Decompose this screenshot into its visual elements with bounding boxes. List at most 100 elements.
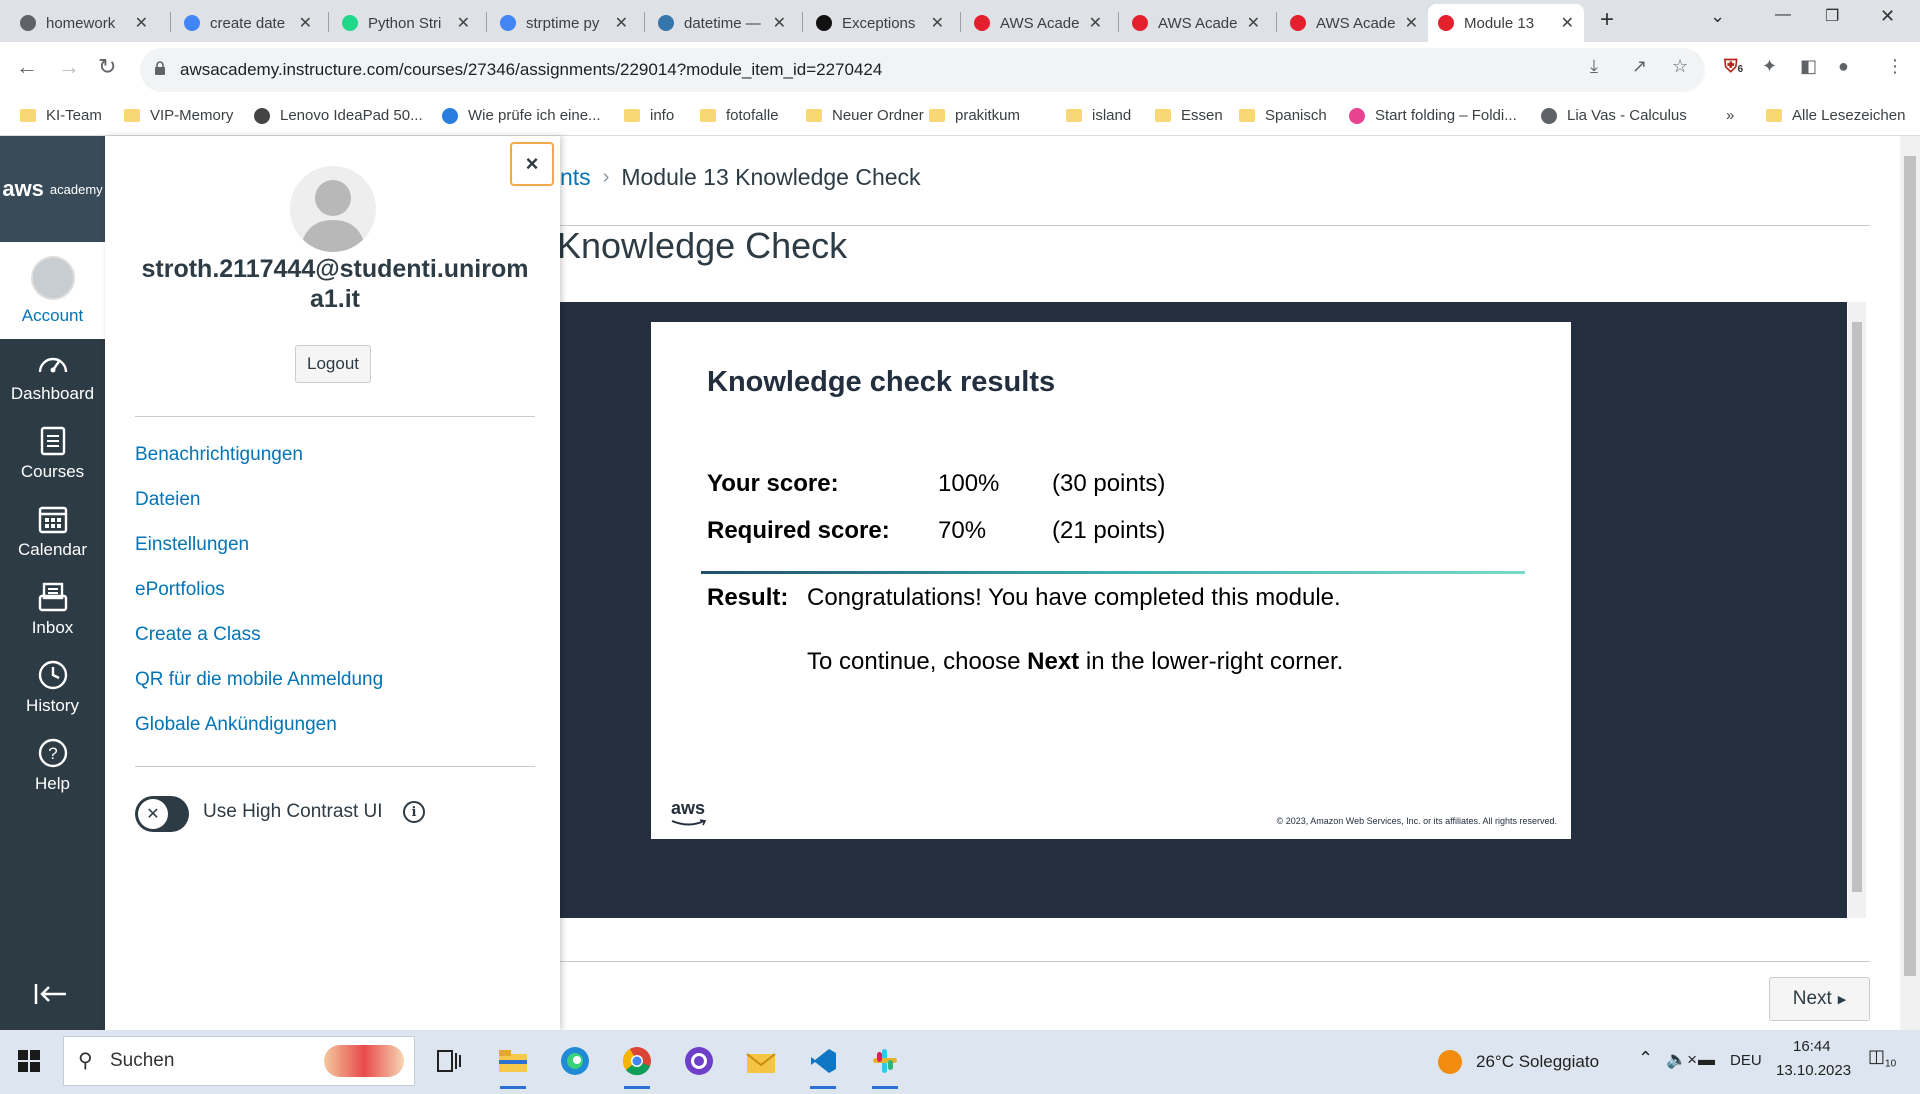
bookmark-item[interactable]: Essen	[1155, 107, 1223, 124]
bookmark-item[interactable]: prakitkum	[929, 107, 1020, 124]
tray-link[interactable]: Create a Class	[135, 624, 261, 646]
address-bar[interactable]: awsacademy.instructure.com/courses/27346…	[140, 48, 1705, 92]
tab-close-icon[interactable]: ✕	[931, 13, 944, 33]
canvas-icon	[1290, 15, 1306, 31]
weather-text[interactable]: 26°C Soleggiato	[1476, 1052, 1599, 1072]
extensions-icon[interactable]: ✦	[1762, 56, 1777, 77]
notification-center-icon[interactable]: ◫10	[1868, 1046, 1896, 1070]
nav-account[interactable]: Account	[0, 242, 105, 339]
bookmark-item[interactable]: Neuer Ordner	[806, 107, 924, 124]
reload-icon[interactable]: ↻	[98, 54, 116, 80]
task-view-icon[interactable]	[430, 1042, 468, 1080]
tray-link[interactable]: Dateien	[135, 489, 201, 511]
forward-icon[interactable]: →	[58, 54, 80, 80]
aws-academy-logo[interactable]: aws academy	[0, 136, 105, 242]
bookmark-item[interactable]: Start folding – Foldi...	[1349, 107, 1517, 124]
tray-link[interactable]: QR für die mobile Anmeldung	[135, 669, 383, 691]
new-tab-icon[interactable]: +	[1600, 6, 1614, 34]
tab-close-icon[interactable]: ✕	[457, 13, 470, 33]
nav-courses[interactable]: Courses	[0, 424, 105, 482]
tray-link[interactable]: Benachrichtigungen	[135, 444, 303, 466]
all-bookmarks-button[interactable]: Alle Lesezeichen	[1766, 107, 1905, 124]
bookmark-item[interactable]: Lenovo IdeaPad 50...	[254, 107, 423, 124]
browser-tab[interactable]: create date ✕	[174, 4, 322, 42]
bookmark-item[interactable]: VIP-Memory	[124, 107, 233, 124]
tab-close-icon[interactable]: ✕	[1247, 13, 1260, 33]
browser-tab[interactable]: AWS Acade ✕	[1280, 4, 1428, 42]
windows-start-icon[interactable]	[18, 1050, 40, 1077]
nav-history[interactable]: History	[0, 658, 105, 716]
tab-close-icon[interactable]: ✕	[299, 13, 312, 33]
bookmarks-overflow-button[interactable]: »	[1726, 107, 1734, 124]
breadcrumb-assignments-link[interactable]: nts	[560, 164, 591, 191]
info-icon[interactable]: i	[403, 801, 425, 823]
tray-link[interactable]: Einstellungen	[135, 534, 249, 556]
nav-inbox[interactable]: Inbox	[0, 580, 105, 638]
battery-icon[interactable]: ▬	[1698, 1050, 1715, 1070]
browser-tab[interactable]: Module 13 ✕	[1428, 4, 1584, 42]
bookmark-item[interactable]: info	[624, 107, 674, 124]
continue-post: in the lower-right corner.	[1079, 648, 1344, 675]
window-close-icon[interactable]: ✕	[1880, 6, 1895, 27]
github-desktop-icon[interactable]	[680, 1042, 718, 1080]
clock-time[interactable]: 16:44	[1793, 1038, 1831, 1055]
browser-tab[interactable]: homework ✕	[10, 4, 158, 42]
tab-close-icon[interactable]: ✕	[1089, 13, 1102, 33]
nav-dashboard[interactable]: Dashboard	[0, 346, 105, 404]
bookmark-item[interactable]: Lia Vas - Calculus	[1541, 107, 1687, 124]
minimize-icon[interactable]: —	[1775, 6, 1791, 24]
tab-close-icon[interactable]: ✕	[1405, 13, 1418, 33]
logout-button[interactable]: Logout	[295, 345, 371, 383]
nav-calendar[interactable]: Calendar	[0, 502, 105, 560]
collapse-nav-icon[interactable]	[34, 982, 68, 1011]
browser-tab[interactable]: strptime py ✕	[490, 4, 638, 42]
bookmark-item[interactable]: KI-Team	[20, 107, 102, 124]
close-tray-button[interactable]: ×	[510, 142, 554, 186]
weather-sun-icon[interactable]	[1438, 1050, 1462, 1074]
kebab-menu-icon[interactable]: ⋮	[1886, 56, 1904, 77]
mail-icon[interactable]	[742, 1042, 780, 1080]
page-scrollbar[interactable]	[1900, 136, 1920, 1030]
edge-icon[interactable]	[556, 1042, 594, 1080]
frame-scrollbar[interactable]	[1848, 302, 1866, 918]
bookmark-item[interactable]: Wie prüfe ich eine...	[442, 107, 601, 124]
browser-tab[interactable]: Exceptions ✕	[806, 4, 954, 42]
share-icon[interactable]: ↗	[1632, 56, 1647, 77]
tab-close-icon[interactable]: ✕	[773, 13, 786, 33]
slack-icon[interactable]	[866, 1042, 904, 1089]
bookmark-label: info	[650, 107, 675, 124]
install-icon[interactable]: ⤓	[1590, 56, 1598, 77]
star-icon[interactable]: ☆	[1672, 56, 1688, 77]
file-explorer-icon[interactable]	[494, 1042, 532, 1089]
nav-help[interactable]: ? Help	[0, 736, 105, 794]
next-button[interactable]: Next ▶	[1769, 977, 1870, 1021]
browser-tab[interactable]: datetime — ✕	[648, 4, 796, 42]
tab-close-icon[interactable]: ✕	[615, 13, 628, 33]
ublock-icon[interactable]: ⛨6	[1724, 56, 1743, 77]
tab-search-icon[interactable]: ⌄	[1710, 6, 1725, 27]
tab-close-icon[interactable]: ✕	[135, 13, 148, 33]
tray-link[interactable]: Globale Ankündigungen	[135, 714, 337, 736]
tab-close-icon[interactable]: ✕	[1561, 13, 1574, 33]
vscode-icon[interactable]	[804, 1042, 842, 1089]
high-contrast-toggle[interactable]: ✕	[135, 796, 189, 832]
back-icon[interactable]: ←	[16, 54, 38, 80]
calendar-icon	[36, 502, 70, 536]
input-language[interactable]: DEU	[1730, 1052, 1762, 1069]
speaker-muted-icon[interactable]: 🔈×	[1666, 1050, 1697, 1070]
show-hidden-icons-icon[interactable]: ⌃	[1638, 1048, 1653, 1069]
bookmark-item[interactable]: Spanisch	[1239, 107, 1327, 124]
side-panel-icon[interactable]: ◧	[1800, 56, 1817, 77]
profile-icon[interactable]: ●	[1838, 56, 1849, 77]
restore-icon[interactable]: ❐	[1825, 6, 1839, 26]
chrome-icon[interactable]	[618, 1042, 656, 1089]
bookmark-item[interactable]: island	[1066, 107, 1131, 124]
browser-tab[interactable]: AWS Acade ✕	[1122, 4, 1270, 42]
browser-tab[interactable]: AWS Acade ✕	[964, 4, 1112, 42]
account-tray: × stroth.2117444@studenti.uniroma1.it Lo…	[105, 136, 560, 1030]
taskbar-search[interactable]: ⚲ Suchen	[63, 1036, 415, 1086]
browser-tab[interactable]: Python Stri ✕	[332, 4, 480, 42]
clock-date[interactable]: 13.10.2023	[1776, 1062, 1851, 1079]
tray-link[interactable]: ePortfolios	[135, 579, 225, 601]
bookmark-item[interactable]: fotofalle	[700, 107, 779, 124]
